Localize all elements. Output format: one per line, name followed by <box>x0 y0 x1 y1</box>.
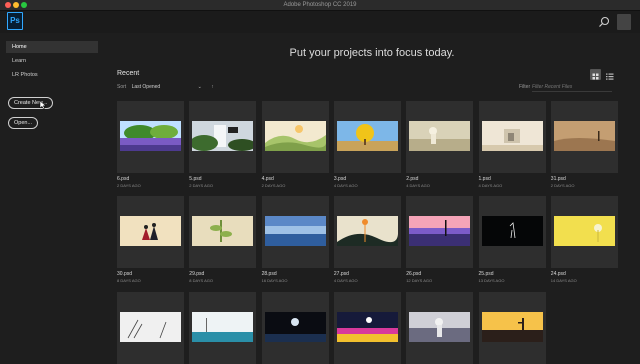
open-button[interactable]: Open... <box>8 117 39 129</box>
thumbnail-image <box>481 216 543 246</box>
file-thumbnail[interactable] <box>406 292 474 364</box>
grid-view-icon <box>592 73 599 80</box>
main-panel: Put your projects into focus today. Rece… <box>104 34 640 364</box>
file-date: 2 DAYS AGO <box>189 183 214 188</box>
file-thumbnail[interactable] <box>117 196 184 268</box>
file-thumbnail[interactable] <box>189 196 257 268</box>
thumbnail-image <box>336 312 398 342</box>
photoshop-logo: Ps <box>7 12 23 30</box>
file-thumbnail[interactable] <box>261 196 329 268</box>
file-date: 2 DAYS AGO <box>550 183 575 188</box>
file-thumbnail[interactable] <box>117 292 184 364</box>
file-date: 13 DAYS AGO <box>478 278 505 283</box>
file-name[interactable]: 1.psd <box>479 176 491 182</box>
sidebar-item-learn[interactable]: Learn <box>6 55 98 67</box>
file-name[interactable]: 6.psd <box>117 176 129 182</box>
thumbnail-image <box>553 216 615 246</box>
file-date: 4 DAYS AGO <box>333 278 358 283</box>
filter-label: Filter <box>519 84 531 90</box>
file-date: 4 DAYS AGO <box>478 183 503 188</box>
thumbnail-image <box>481 121 543 151</box>
file-name[interactable]: 30.psd <box>117 271 132 277</box>
thumbnail-image <box>120 312 181 342</box>
thumbnail-image <box>409 216 471 246</box>
thumbnail-image <box>553 121 615 151</box>
thumbnail-image <box>409 312 471 342</box>
sort-label: Sort <box>117 84 127 90</box>
thumbnail-image <box>192 216 254 246</box>
file-thumbnail[interactable] <box>478 292 546 364</box>
file-thumbnail[interactable] <box>550 101 618 173</box>
file-date: 2 DAYS AGO <box>117 183 141 188</box>
file-name[interactable]: 3.psd <box>334 176 346 182</box>
sidebar: Home Learn LR Photos Create New... Open.… <box>0 34 103 357</box>
file-name[interactable]: 31.psd <box>551 176 566 182</box>
search-icon <box>599 16 610 27</box>
page-headline: Put your projects into focus today. <box>289 47 455 59</box>
app-header: Ps <box>0 11 640 33</box>
file-name[interactable]: 27.psd <box>334 271 349 277</box>
mouse-cursor-icon <box>39 100 47 110</box>
file-name[interactable]: 28.psd <box>262 271 277 277</box>
file-date: 14 DAYS AGO <box>550 278 577 283</box>
search-button[interactable] <box>597 15 611 29</box>
window-titlebar: Adobe Photoshop CC 2019 <box>0 0 640 11</box>
file-thumbnail[interactable] <box>406 101 474 173</box>
file-name[interactable]: 4.psd <box>262 176 274 182</box>
file-thumbnail[interactable] <box>333 196 401 268</box>
file-name[interactable]: 25.psd <box>479 271 494 277</box>
list-view-icon <box>606 73 614 80</box>
file-thumbnail[interactable] <box>406 196 474 268</box>
file-thumbnail[interactable] <box>261 292 329 364</box>
sort-value[interactable]: Last Opened <box>132 84 161 90</box>
thumbnail-image <box>264 121 326 151</box>
file-thumbnail[interactable] <box>189 101 257 173</box>
grid-view-button[interactable] <box>590 69 601 80</box>
thumbnail-image <box>120 216 181 246</box>
recent-heading: Recent <box>117 70 140 77</box>
file-thumbnail[interactable] <box>333 101 401 173</box>
sort-direction-icon[interactable]: ↑ <box>211 84 214 90</box>
sidebar-item-home[interactable]: Home <box>6 41 98 53</box>
filter-input[interactable]: Filter Recent Files <box>532 83 612 92</box>
file-name[interactable]: 5.psd <box>189 176 201 182</box>
file-thumbnail[interactable] <box>550 196 618 268</box>
thumbnail-image <box>409 121 471 151</box>
list-view-button[interactable] <box>604 69 615 80</box>
file-thumbnail[interactable] <box>478 101 546 173</box>
file-thumbnail[interactable] <box>333 292 401 364</box>
file-name[interactable]: 29.psd <box>189 271 204 277</box>
thumbnail-image <box>481 312 543 342</box>
file-thumbnail[interactable] <box>117 101 184 173</box>
thumbnail-image <box>192 121 254 151</box>
file-name[interactable]: 24.psd <box>551 271 566 277</box>
thumbnail-image <box>264 312 326 342</box>
file-date: 4 DAYS AGO <box>333 183 358 188</box>
chevron-down-icon[interactable]: ⌄ <box>198 84 202 90</box>
thumbnail-image <box>336 121 398 151</box>
file-thumbnail[interactable] <box>478 196 546 268</box>
file-date: 8 DAYS AGO <box>117 278 141 283</box>
file-name[interactable]: 26.psd <box>406 271 421 277</box>
file-date: 12 DAYS AGO <box>406 278 433 283</box>
thumbnail-image <box>264 216 326 246</box>
file-date: 16 DAYS AGO <box>261 278 288 283</box>
file-thumbnail[interactable] <box>261 101 329 173</box>
file-name[interactable]: 2.psd <box>406 176 418 182</box>
file-thumbnail[interactable] <box>189 292 257 364</box>
thumbnail-image <box>192 312 254 342</box>
file-date: 2 DAYS AGO <box>261 183 286 188</box>
user-avatar[interactable] <box>617 14 631 30</box>
sort-control[interactable]: Sort Last Opened ⌄ ↑ <box>117 84 214 90</box>
window-title: Adobe Photoshop CC 2019 <box>283 2 357 8</box>
thumbnail-image <box>120 121 181 151</box>
file-date: 4 DAYS AGO <box>406 183 430 188</box>
sidebar-item-lr-photos[interactable]: LR Photos <box>6 69 98 81</box>
file-date: 8 DAYS AGO <box>189 278 214 283</box>
thumbnail-image <box>336 216 398 246</box>
